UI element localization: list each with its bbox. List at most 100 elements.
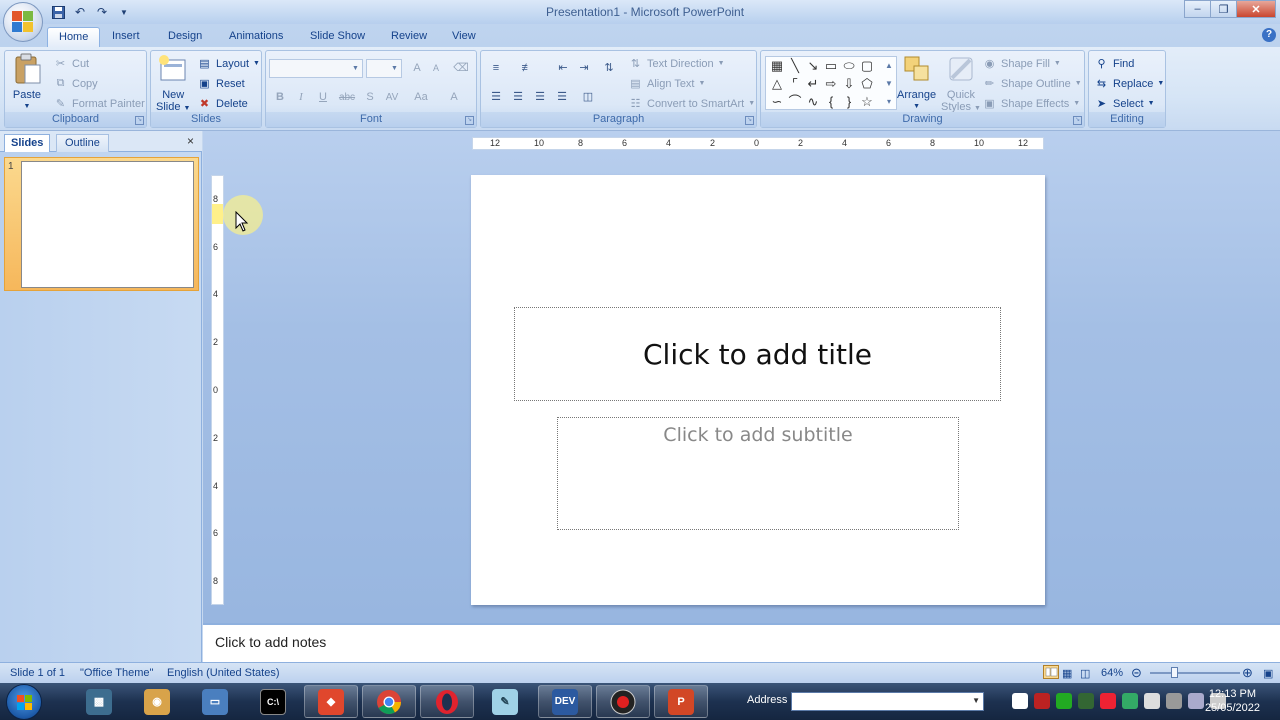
powerpoint-app[interactable]: P [654,685,708,718]
font-size-select[interactable]: ▼ [366,59,402,78]
arrow-line-shape-icon[interactable]: ↘ [804,57,822,75]
excel-tray-icon[interactable] [1122,693,1138,709]
strikethrough-button[interactable]: abc [337,88,357,107]
freeform-shape-icon[interactable]: ∽ [768,93,786,111]
zoom-slider-knob[interactable] [1171,667,1178,678]
down-arrow-shape-icon[interactable]: ⇩ [840,75,858,93]
slide-sorter-icon[interactable]: ▦ [1062,667,1072,680]
tab-insert[interactable]: Insert [101,27,151,47]
tab-home[interactable]: Home [47,27,101,47]
bullets-icon[interactable]: ≡ [486,59,506,78]
shadow-button[interactable]: S [360,88,380,107]
line-shape-icon[interactable]: ╲ [786,57,804,75]
pentagon-shape-icon[interactable]: ⬠ [858,75,876,93]
opera-app[interactable] [420,685,474,718]
notes-pane[interactable]: Click to add notes [203,623,1280,662]
shape-fill-button[interactable]: ◉ Shape Fill ▼ [982,54,1061,73]
paragraph-launcher-icon[interactable]: ↘ [745,116,754,125]
align-left-icon[interactable]: ☰ [486,88,506,107]
office-button[interactable] [3,2,43,42]
fit-to-window-icon[interactable]: ▣ [1263,667,1273,680]
font-color-button[interactable]: A [444,88,464,107]
word-tray-icon[interactable] [1144,693,1160,709]
numbering-icon[interactable]: ≢ [517,59,537,78]
rectangle-shape-icon[interactable]: ▭ [822,57,840,75]
align-right-icon[interactable]: ☰ [530,88,550,107]
increase-indent-icon[interactable]: ⇥ [574,59,594,78]
green-tray-icon[interactable] [1056,693,1072,709]
change-case-button[interactable]: Aa [411,88,431,107]
convert-smartart-button[interactable]: ☷ Convert to SmartArt ▼ [628,94,756,113]
select-button[interactable]: ➤ Select ▼ [1094,94,1155,113]
gpu-tray-icon[interactable] [1078,693,1094,709]
replace-button[interactable]: ⇆ Replace ▼ [1094,74,1164,93]
align-text-button[interactable]: ▤ Align Text ▼ [628,74,705,93]
decrease-indent-icon[interactable]: ⇤ [553,59,573,78]
new-slide-button[interactable]: New Slide ▼ [156,53,190,115]
tab-view[interactable]: View [441,27,487,47]
curve-shape-icon[interactable]: ∿ [804,93,822,111]
cut-button[interactable]: ✂ Cut [53,54,89,73]
paint-app[interactable]: ◉ [130,685,184,718]
theme-name[interactable]: "Office Theme" [80,667,153,679]
rounded-rect-shape-icon[interactable]: ▢ [858,57,876,75]
font-launcher-icon[interactable]: ↘ [465,116,474,125]
tab-slide-show[interactable]: Slide Show [299,27,376,47]
text-direction-button[interactable]: ⇅ Text Direction ▼ [628,54,725,73]
address-input[interactable]: ▼ [791,692,984,711]
drawing-launcher-icon[interactable]: ↘ [1073,116,1082,125]
record-tray-icon[interactable] [1034,693,1050,709]
close-button[interactable]: ✕ [1236,0,1276,18]
start-button[interactable] [6,684,42,720]
zoom-out-icon[interactable]: ⊝ [1131,665,1142,681]
gallery-down-icon[interactable]: ▼ [880,75,898,93]
pane-close-icon[interactable]: × [187,134,194,148]
tab-design[interactable]: Design [157,27,213,47]
git-app[interactable]: ◆ [304,685,358,718]
monitor-tray-icon[interactable] [1188,693,1204,709]
devc-app[interactable]: DEV [538,685,592,718]
arrange-button[interactable]: Arrange ▼ [897,53,936,113]
tab-slides[interactable]: Slides [4,134,51,152]
arc-shape-icon[interactable]: ⌒ [786,93,804,111]
slide-thumbnail-selected[interactable]: 1 [4,157,199,291]
address-dropdown-icon[interactable]: ▼ [972,696,980,705]
title-placeholder[interactable]: Click to add title [514,307,1001,401]
slideshow-view-icon[interactable]: ◫ [1080,667,1090,680]
format-painter-button[interactable]: ✎ Format Painter [53,94,145,113]
tab-review[interactable]: Review [380,27,438,47]
anydesk-tray-icon[interactable] [1100,693,1116,709]
minimize-button[interactable]: – [1184,0,1211,18]
paste-button[interactable]: Paste ▼ [11,53,43,113]
reset-button[interactable]: ▣ Reset [197,74,244,93]
normal-view-icon[interactable] [1043,665,1059,682]
tab-outline[interactable]: Outline [56,134,109,152]
slide-canvas[interactable]: Click to add title Click to add subtitle [471,175,1045,605]
layout-button[interactable]: ▤ Layout ▼ [197,54,260,73]
delete-button[interactable]: ✖ Delete [197,94,248,113]
zoom-level[interactable]: 64% [1101,667,1123,679]
justify-icon[interactable]: ☰ [552,88,572,107]
copy-button[interactable]: ⧉ Copy [53,74,98,93]
italic-button[interactable]: I [291,88,311,107]
system-clock[interactable]: 12:13 PM 25/05/2022 [1205,687,1260,715]
quick-styles-button[interactable]: Quick Styles ▼ [941,53,981,115]
computer-app[interactable]: ▩ [72,685,126,718]
star-shape-icon[interactable]: ☆ [858,93,876,111]
clipboard-launcher-icon[interactable]: ↘ [135,116,144,125]
character-spacing-button[interactable]: AV [382,88,402,107]
oval-shape-icon[interactable]: ⬭ [840,57,858,75]
cmd-app[interactable]: C:\ [246,685,300,718]
right-arrow-shape-icon[interactable]: ⇨ [822,75,840,93]
line-spacing-icon[interactable]: ⇅ [599,59,619,78]
network-arrows-icon[interactable] [1012,693,1028,709]
columns-icon[interactable]: ◫ [578,88,598,107]
zoom-in-icon[interactable]: ⊕ [1242,665,1253,681]
shape-outline-button[interactable]: ✏ Shape Outline ▼ [982,74,1082,93]
shrink-font-button[interactable]: A [426,59,446,78]
elbow-connector-icon[interactable]: ⌜ [786,75,804,93]
notes-app[interactable]: ✎ [478,685,532,718]
shapes-gallery[interactable]: ▦ ╲ ↘ ▭ ⬭ ▢ △ ⌜ ↵ ⇨ ⇩ ⬠ ∽ ⌒ ∿ { } ☆ ▲ ▼ … [765,56,897,110]
language-indicator[interactable]: English (United States) [167,667,280,679]
find-button[interactable]: ⚲ Find [1094,54,1134,73]
